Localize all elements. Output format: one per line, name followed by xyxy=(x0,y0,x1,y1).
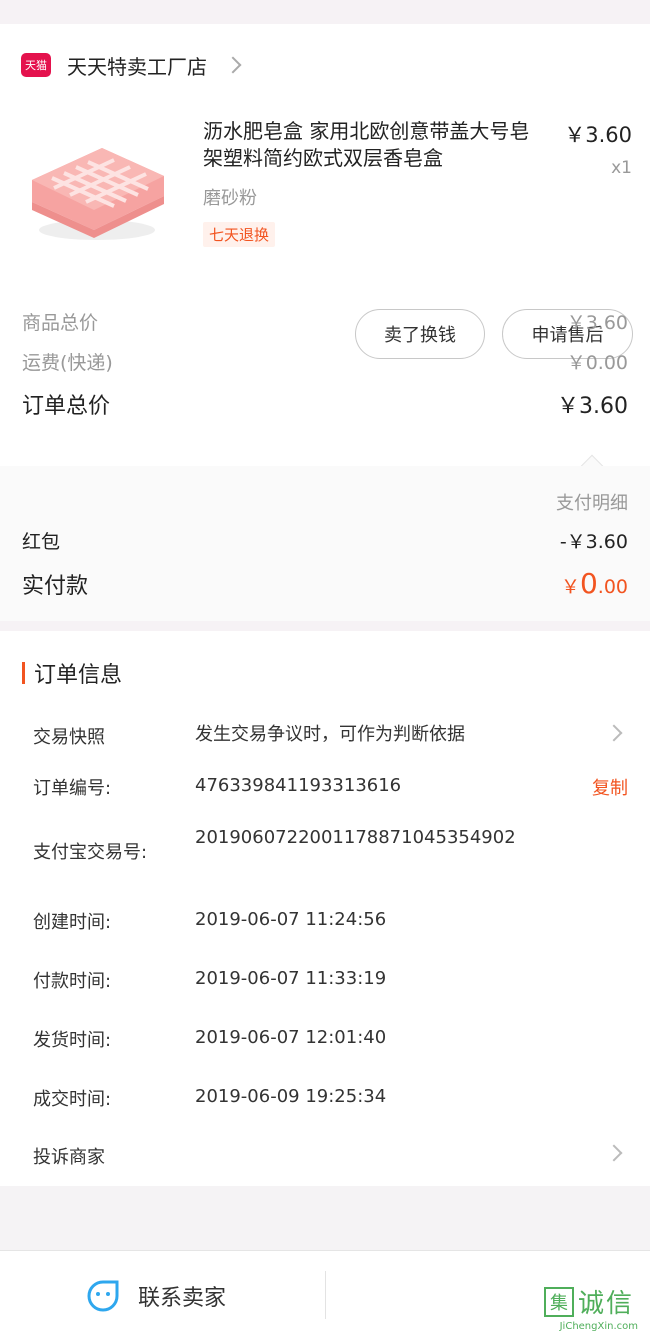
order-number-value: 476339841193313616 xyxy=(195,775,402,796)
actual-payment-value: ￥0.00 xyxy=(561,567,628,600)
product-title[interactable]: 沥水肥皂盒 家用北欧创意带盖大号皂架塑料简约欧式双层香皂盒 xyxy=(203,118,548,172)
bottom-bar: 联系卖家 集 诚信 JiChengXin.com xyxy=(0,1250,650,1335)
order-card: 天猫 天天特卖工厂店 沥水肥皂盒 家用北欧创意带盖大号皂架塑料简约欧式双层香皂盒… xyxy=(0,24,650,621)
watermark-logo: 集 诚信 xyxy=(543,1283,634,1320)
copy-button[interactable]: 复制 xyxy=(592,774,628,800)
redpacket-value: -￥3.60 xyxy=(559,531,628,553)
separator xyxy=(325,1271,326,1319)
goods-total-row: 商品总价 ￥3.60 xyxy=(22,308,628,335)
chevron-right-icon[interactable] xyxy=(224,56,242,74)
product-image[interactable] xyxy=(22,120,172,250)
order-info-section: 订单信息 交易快照 发生交易争议时，可作为判断依据 订单编号: 47633984… xyxy=(0,631,650,1186)
order-total-row: 订单总价 ￥3.60 xyxy=(22,388,628,420)
redpacket-row: 红包 -￥3.60 xyxy=(22,527,628,554)
tmall-logo-icon: 天猫 xyxy=(21,53,51,77)
product-price: ￥3.60 xyxy=(564,123,632,147)
chat-face-icon xyxy=(87,1280,119,1312)
snapshot-value: 发生交易争议时，可作为判断依据 xyxy=(195,724,465,745)
amount-decimal: .00 xyxy=(597,576,628,598)
product-item[interactable]: 沥水肥皂盒 家用北欧创意带盖大号皂架塑料简约欧式双层香皂盒 ￥3.60 x1 磨… xyxy=(0,106,650,359)
payment-detail-link[interactable]: 支付明细 xyxy=(556,489,628,515)
created-time-value: 2019-06-07 11:24:56 xyxy=(195,909,387,930)
paid-time-label: 付款时间: xyxy=(33,971,112,992)
actual-payment-row: 实付款 ￥0.00 xyxy=(22,567,628,600)
section-accent-bar xyxy=(22,662,25,684)
contact-seller-label[interactable]: 联系卖家 xyxy=(138,1280,226,1312)
top-spacer xyxy=(0,0,650,24)
order-number-label: 订单编号: xyxy=(33,778,112,799)
watermark-text: 诚信 xyxy=(577,1289,634,1319)
alipay-number-value: 2019060722001178871045354902 xyxy=(195,827,516,848)
order-info-header: 订单信息 xyxy=(22,657,122,689)
paid-time-value: 2019-06-07 11:33:19 xyxy=(195,968,387,989)
contact-seller-button[interactable]: 联系卖家 xyxy=(86,1279,226,1313)
closed-time-label: 成交时间: xyxy=(33,1089,112,1110)
order-info-title: 订单信息 xyxy=(34,663,123,688)
created-time-label: 创建时间: xyxy=(33,912,112,933)
shipped-time-value: 2019-06-07 12:01:40 xyxy=(195,1027,387,1048)
currency-symbol: ￥ xyxy=(560,576,580,598)
chevron-right-icon[interactable] xyxy=(605,724,623,742)
order-total-value: ￥3.60 xyxy=(557,394,628,419)
amount-integer: 0 xyxy=(579,567,598,600)
order-total-label: 订单总价 xyxy=(22,394,111,419)
complain-label[interactable]: 投诉商家 xyxy=(33,1143,105,1169)
watermark-url: JiChengXin.com xyxy=(559,1321,638,1332)
shop-name[interactable]: 天天特卖工厂店 xyxy=(67,51,207,80)
goods-total-label: 商品总价 xyxy=(22,312,99,334)
actual-payment-label: 实付款 xyxy=(22,574,89,599)
section-gap xyxy=(0,621,650,631)
shop-header[interactable]: 天猫 天天特卖工厂店 xyxy=(0,24,650,106)
redpacket-label: 红包 xyxy=(22,531,61,553)
price-summary: 商品总价 ￥3.60 运费(快递) ￥0.00 订单总价 ￥3.60 xyxy=(0,306,650,478)
return-policy-badge: 七天退换 xyxy=(203,222,276,247)
shipping-value: ￥0.00 xyxy=(566,352,628,374)
shipping-label: 运费(快递) xyxy=(22,352,113,374)
snapshot-label: 交易快照 xyxy=(33,727,105,748)
product-variant: 磨砂粉 xyxy=(203,188,257,209)
alipay-number-label: 支付宝交易号: xyxy=(33,842,148,863)
product-quantity: x1 xyxy=(611,158,632,178)
closed-time-value: 2019-06-09 19:25:34 xyxy=(195,1086,387,1107)
chevron-right-icon[interactable] xyxy=(605,1144,623,1162)
goods-total-value: ￥3.60 xyxy=(566,312,628,334)
payment-details: 支付明细 红包 -￥3.60 实付款 ￥0.00 xyxy=(0,466,650,621)
watermark-box: 集 xyxy=(543,1286,574,1317)
shipped-time-label: 发货时间: xyxy=(33,1030,112,1051)
shipping-row: 运费(快递) ￥0.00 xyxy=(22,348,628,375)
